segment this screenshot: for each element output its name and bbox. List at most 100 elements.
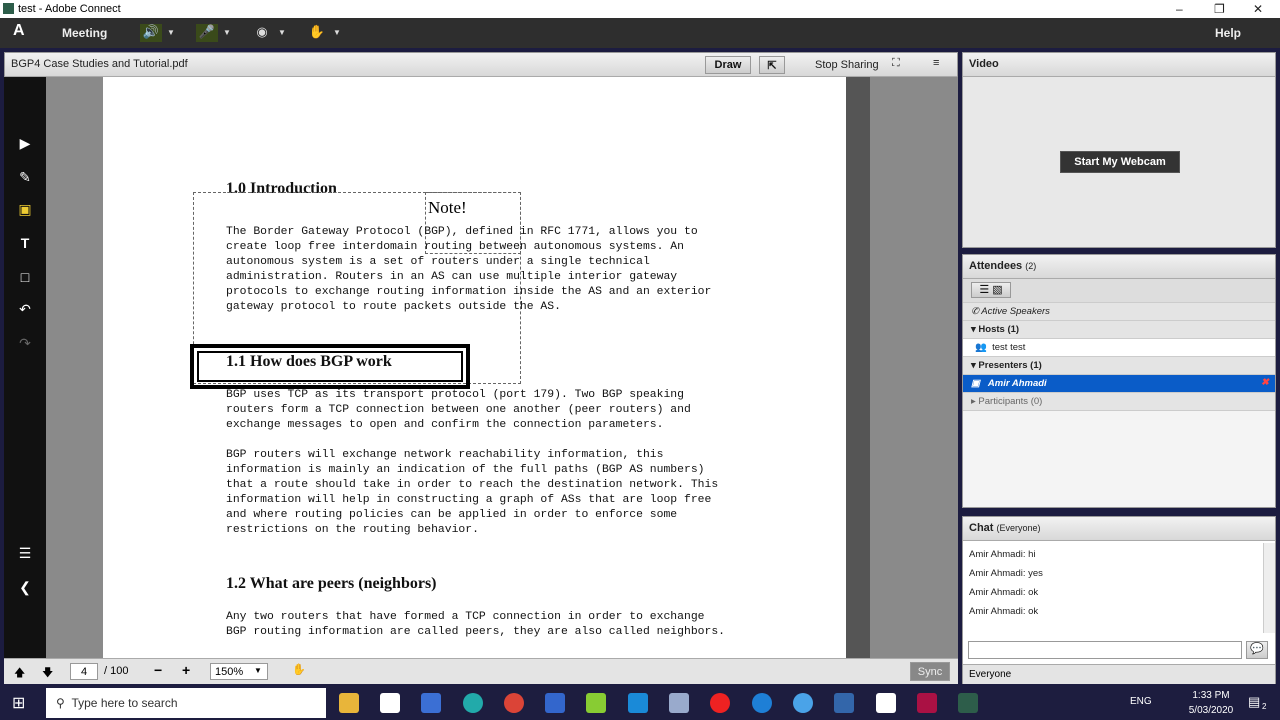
help-menu[interactable]: Help xyxy=(1215,26,1241,40)
language-indicator[interactable]: ENG xyxy=(1130,696,1152,707)
host-icon: 👥 xyxy=(975,342,987,353)
chevron-down-icon[interactable]: ▼ xyxy=(275,28,289,46)
paragraph-reachability: BGP routers will exchange network reacha… xyxy=(226,449,719,536)
pencil-tool-icon[interactable]: ✎ xyxy=(4,169,46,197)
fullscreen-icon[interactable]: ⛶ xyxy=(892,57,900,70)
next-page-icon[interactable]: 🡇 xyxy=(42,664,53,683)
app-icon[interactable] xyxy=(917,693,937,713)
page-number-input[interactable]: 4 xyxy=(70,663,98,680)
select-tool-icon[interactable]: ▶ xyxy=(4,135,46,163)
python-icon[interactable] xyxy=(586,693,606,713)
speaker-icon[interactable]: 🔊 xyxy=(140,24,162,42)
chat-message: Amir Ahmadi: ok xyxy=(969,606,1039,617)
app-icon[interactable] xyxy=(793,693,813,713)
sync-button[interactable]: Sync xyxy=(910,662,950,681)
attendee-host[interactable]: 👥 test test xyxy=(963,339,1275,357)
vs-icon[interactable] xyxy=(421,693,441,713)
chrome-icon[interactable] xyxy=(504,693,524,713)
notification-icon[interactable]: ▤ xyxy=(1248,694,1260,710)
undo-icon[interactable]: ↶ xyxy=(4,301,46,329)
mail-icon[interactable] xyxy=(628,693,648,713)
collapse-toolbar-icon[interactable]: ❮ xyxy=(4,579,46,607)
store-icon[interactable] xyxy=(380,693,400,713)
pointer-button[interactable]: ⇱ xyxy=(759,56,785,74)
microphone-icon[interactable]: 🎤 xyxy=(196,24,218,42)
maximize-icon[interactable]: ❐ xyxy=(1214,2,1225,16)
stop-sharing-button[interactable]: Stop Sharing xyxy=(815,59,879,71)
clock-time[interactable]: 1:33 PM xyxy=(1186,690,1236,701)
window-title: test - Adobe Connect xyxy=(18,3,121,15)
list-view-toggle[interactable]: ☰ ▧ xyxy=(971,282,1011,298)
file-explorer-icon[interactable] xyxy=(339,693,359,713)
drawing-toolbar: ▶ ✎ ▣ T □ ↶ ↷ ☰ ❮ xyxy=(4,77,46,658)
arduino-icon[interactable] xyxy=(463,693,483,713)
chat-input[interactable] xyxy=(968,641,1242,659)
video-pod-header: Video xyxy=(963,53,1275,77)
chat-pod: Chat (Everyone) Amir Ahmadi: hi Amir Ahm… xyxy=(962,516,1276,684)
attendees-count: (2) xyxy=(1025,261,1037,271)
active-speakers-row: ✆ Active Speakers xyxy=(963,303,1275,321)
search-icon: ⚲ xyxy=(56,696,65,710)
attendee-presenter[interactable]: ▣ Amir Ahmadi ✖ xyxy=(963,375,1275,393)
text-tool-icon[interactable]: T xyxy=(4,235,46,263)
chevron-down-icon[interactable]: ▼ xyxy=(254,666,262,675)
pod-menu-icon[interactable]: ≡ xyxy=(933,57,939,69)
draw-button[interactable]: Draw xyxy=(705,56,751,74)
app-icon[interactable] xyxy=(834,693,854,713)
adobe-connect-taskbar-icon[interactable] xyxy=(958,693,978,713)
page-total: / 100 xyxy=(104,665,129,677)
mic-muted-icon: ✖ xyxy=(1261,377,1269,388)
taskbar-search[interactable]: ⚲ Type here to search xyxy=(46,688,326,718)
layers-icon[interactable]: ☰ xyxy=(4,545,46,573)
menu-bar: A Meeting 🔊 ▼ 🎤 ▼ ◉ ▼ ✋ ▼ Help xyxy=(0,18,1280,48)
app-icon xyxy=(3,3,14,14)
zoom-in-icon[interactable]: + xyxy=(182,662,190,678)
pdf-page: 1.0 Introduction Note! The Border Gatewa… xyxy=(103,77,846,658)
minimize-icon[interactable]: – xyxy=(1176,2,1183,16)
participants-group[interactable]: ▸ Participants (0) xyxy=(963,393,1275,411)
heading-peers: 1.2 What are peers (neighbors) xyxy=(226,575,437,592)
chevron-down-icon[interactable]: ▼ xyxy=(164,28,178,46)
hosts-group[interactable]: ▾ Hosts (1) xyxy=(963,321,1275,339)
document-scrollbar[interactable] xyxy=(846,77,870,658)
raise-hand-icon[interactable]: ✋ xyxy=(306,24,328,42)
adobe-logo: A xyxy=(13,22,25,39)
paragraph-intro: The Border Gateway Protocol (BGP), defin… xyxy=(226,226,712,313)
edge-icon[interactable] xyxy=(752,693,772,713)
previous-page-icon[interactable]: 🡅 xyxy=(14,664,25,683)
paragraph-bgp-tcp: BGP uses TCP as its transport protocol (… xyxy=(226,389,691,431)
paragraph-peers: Any two routers that have formed a TCP c… xyxy=(226,611,725,638)
send-message-icon[interactable]: 💬 xyxy=(1246,641,1268,659)
close-icon[interactable]: ✕ xyxy=(1253,2,1263,16)
meeting-menu[interactable]: Meeting xyxy=(62,26,107,40)
windows-start-icon[interactable]: ⊞ xyxy=(12,693,25,713)
start-webcam-button[interactable]: Start My Webcam xyxy=(1060,151,1180,173)
webcam-icon[interactable]: ◉ xyxy=(251,24,273,42)
app-icon[interactable] xyxy=(669,693,689,713)
video-pod: Video Start My Webcam xyxy=(962,52,1276,248)
photos-icon[interactable] xyxy=(876,693,896,713)
view-toggle-row: ☰ ▧ xyxy=(963,279,1275,303)
opera-icon[interactable] xyxy=(710,693,730,713)
shape-tool-icon[interactable]: □ xyxy=(4,269,46,297)
chat-recipient-select[interactable]: Everyone xyxy=(963,664,1275,684)
chat-scrollbar[interactable] xyxy=(1263,543,1275,633)
phone-icon: ✆ xyxy=(971,306,979,317)
presenters-group[interactable]: ▾ Presenters (1) xyxy=(963,357,1275,375)
chevron-down-icon[interactable]: ▼ xyxy=(220,28,234,46)
clock-date[interactable]: 5/03/2020 xyxy=(1186,705,1236,716)
highlighter-tool-icon[interactable]: ▣ xyxy=(4,201,46,229)
window-title-bar: test - Adobe Connect – ❐ ✕ xyxy=(0,0,1280,18)
video-title: Video xyxy=(969,58,999,70)
notification-count: 2 xyxy=(1262,702,1267,711)
attendees-pod: Attendees (2) ☰ ▧ ✆ Active Speakers ▾ Ho… xyxy=(962,254,1276,508)
chevron-down-icon[interactable]: ▼ xyxy=(330,28,344,46)
hand-tool-icon[interactable]: ✋ xyxy=(292,663,306,676)
zoom-out-icon[interactable]: − xyxy=(154,662,162,678)
chat-message: Amir Ahmadi: yes xyxy=(969,568,1043,579)
chat-pod-header: Chat (Everyone) xyxy=(963,517,1275,541)
presenter-icon: ▣ xyxy=(971,378,980,389)
redo-icon[interactable]: ↷ xyxy=(4,335,46,363)
network-icon[interactable] xyxy=(545,693,565,713)
heading-how-bgp-works: 1.1 How does BGP work xyxy=(226,353,392,370)
